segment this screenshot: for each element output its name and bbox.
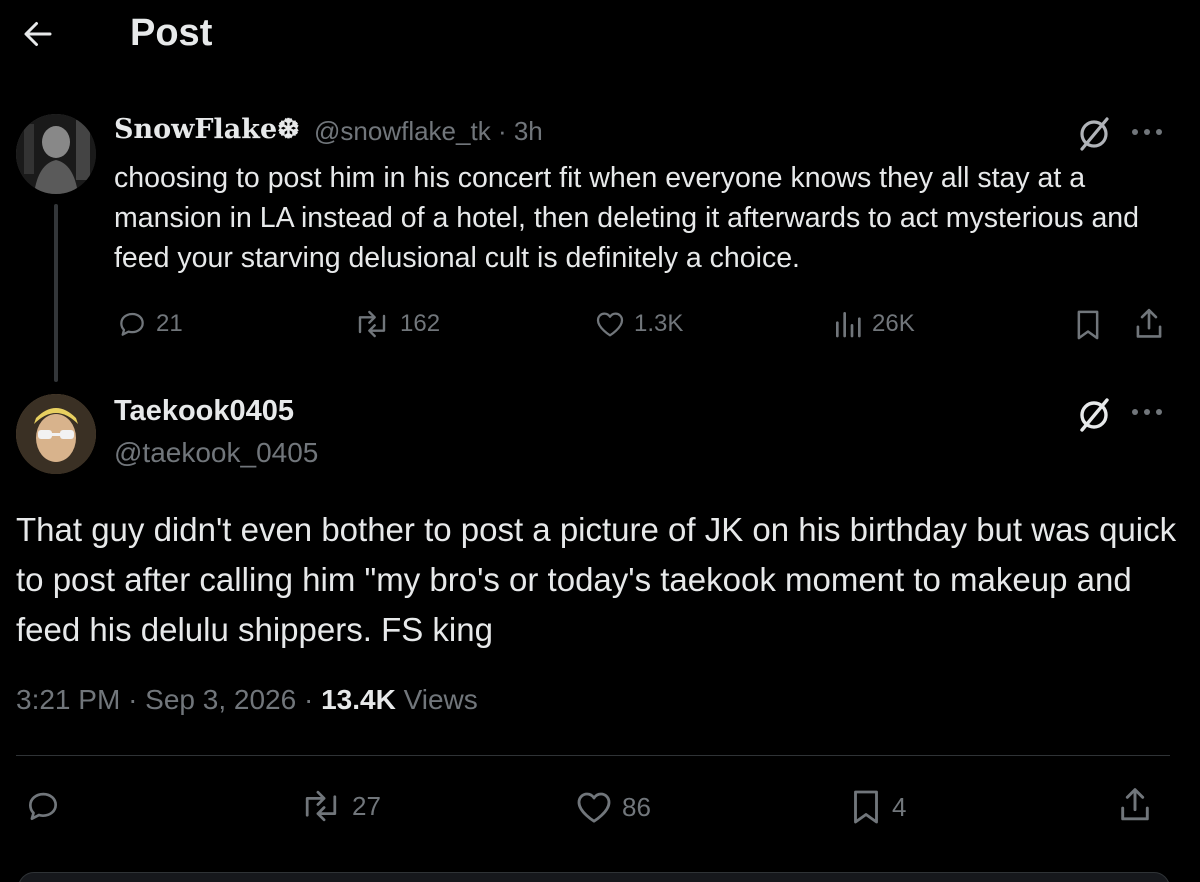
author-handle[interactable]: @taekook_0405 [114,437,318,469]
author-handle[interactable]: @snowflake_tk [314,116,491,146]
grok-button[interactable] [1074,395,1114,440]
bookmark-icon [854,790,878,824]
grok-icon [1080,117,1109,151]
repost-icon [358,310,386,338]
repost-button[interactable]: 27 [298,787,381,825]
post-time[interactable]: 3:21 PM [16,684,120,715]
share-icon [1136,308,1162,338]
share-button[interactable] [1116,785,1154,825]
more-icon [1132,129,1162,135]
meta-separator: · [128,684,138,715]
more-button[interactable] [1130,402,1164,427]
reply-composer-bar[interactable] [18,872,1170,882]
avatar-photo-icon [16,394,96,474]
bookmark-icon [1077,310,1099,340]
share-icon [1121,788,1149,821]
meta-separator: · [497,116,507,146]
reply-icon [120,312,144,336]
post-time[interactable]: 3h [514,116,543,146]
avatar[interactable] [16,114,96,194]
like-count: 86 [622,791,651,822]
bookmark-button[interactable] [1072,308,1104,342]
header: Post [0,0,1200,75]
like-button[interactable]: 86 [574,787,651,827]
views-label: Views [403,684,478,715]
back-button[interactable] [18,14,58,54]
share-button[interactable] [1132,306,1166,342]
bookmark-count: 4 [892,791,907,822]
heart-icon [577,792,611,823]
like-count: 1.3K [634,310,684,337]
author-name[interactable]: SnowFlake❆ [114,114,300,145]
repost-icon [305,790,337,822]
post-timestamp: 3:21 PM · Sep 3, 2026 · 13.4K Views [16,684,478,716]
thread-line [54,204,58,382]
reply-count: 21 [156,310,183,337]
post-page: Post SnowFlake❆ @snowflake_tk · 3h choos… [0,0,1200,882]
more-icon [1132,409,1162,415]
reply-icon [28,792,58,821]
views-count: 26K [872,310,915,337]
post-text: choosing to post him in his concert fit … [114,162,1140,274]
grok-icon [1080,398,1109,432]
heart-icon [596,312,624,337]
page-title: Post [130,12,213,54]
avatar-photo-icon [16,114,96,194]
grok-button[interactable] [1074,114,1114,159]
views-button[interactable]: 26K [832,308,915,340]
arrow-left-icon [24,22,52,46]
views-icon [836,312,861,338]
meta-separator: · [303,684,314,715]
repost-count: 27 [352,790,381,821]
like-button[interactable]: 1.3K [594,308,683,340]
author-name[interactable]: Taekook0405 [114,395,294,428]
repost-button[interactable]: 162 [352,308,440,340]
more-button[interactable] [1130,122,1164,147]
reply-button[interactable] [24,787,62,825]
author-meta: @snowflake_tk · 3h [314,116,543,147]
post-date[interactable]: Sep 3, 2026 [145,684,296,715]
repost-count: 162 [400,310,441,337]
reply-button[interactable]: 21 [116,308,183,340]
views-count: 13.4K [321,684,396,715]
avatar[interactable] [16,394,96,474]
post-text: That guy didn't even bother to post a pi… [16,511,1177,648]
divider [16,755,1170,756]
bookmark-button[interactable]: 4 [848,787,906,827]
